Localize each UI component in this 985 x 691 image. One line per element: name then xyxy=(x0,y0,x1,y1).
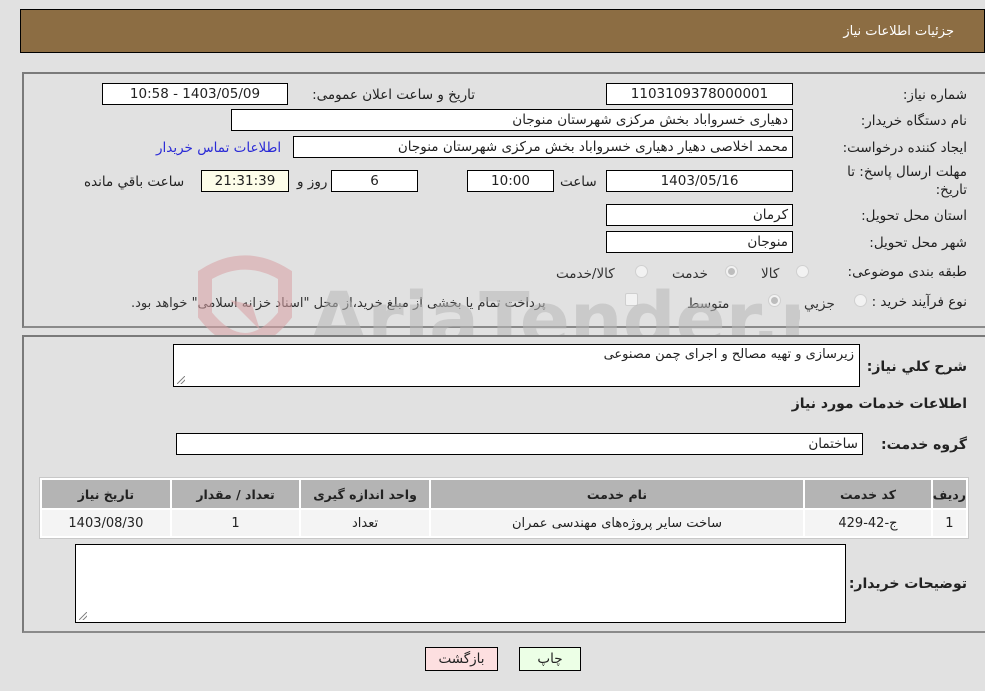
services-table: ردیف کد خدمت نام خدمت واحد اندازه گیری ت… xyxy=(39,477,969,539)
col-unit: واحد اندازه گیری xyxy=(301,480,429,508)
time-label: ساعت xyxy=(560,174,597,190)
remaining-label: ساعت باقي مانده xyxy=(84,174,185,190)
resize-grip-icon[interactable] xyxy=(177,376,185,384)
deadline-label-2: تاریخ: xyxy=(935,182,967,198)
creator-field: محمد اخلاصی دهیار دهیاری خسرواباد بخش مر… xyxy=(293,136,793,158)
description-textarea[interactable]: زیرسازی و تهیه مصالح و اجرای چمن مصنوعی xyxy=(173,344,860,387)
buyer-notes-textarea[interactable] xyxy=(75,544,846,623)
cell-quantity: 1 xyxy=(171,510,300,536)
announce-field: 1403/05/09 - 10:58 xyxy=(102,83,288,105)
description-label: شرح كلي نياز: xyxy=(866,359,967,375)
col-service-code: کد خدمت xyxy=(805,480,931,508)
deadline-time-field: 10:00 xyxy=(467,170,554,192)
page-title: جزئیات اطلاعات نیاز xyxy=(843,24,954,39)
province-field: کرمان xyxy=(606,204,793,226)
days-remaining-field: 6 xyxy=(331,170,418,192)
days-label: روز و xyxy=(297,174,328,190)
process-radio-minor[interactable] xyxy=(854,294,867,307)
col-need-date: تاریخ نیاز xyxy=(42,480,170,508)
col-service-name: نام خدمت xyxy=(430,480,804,508)
city-label: شهر محل تحویل: xyxy=(869,235,967,251)
cell-service-name: ساخت سایر پروژه‌های مهندسی عمران xyxy=(430,510,804,536)
buyer-org-label: نام دستگاه خریدار: xyxy=(860,113,967,129)
category-label: طبقه بندی موضوعی: xyxy=(847,264,967,280)
col-row: ردیف xyxy=(932,480,966,508)
need-number-field: 1103109378000001 xyxy=(606,83,793,105)
process-option-medium: متوسط xyxy=(687,296,730,312)
announce-label: تاریخ و ساعت اعلان عمومی: xyxy=(312,87,475,103)
treasury-checkbox-label: پرداخت تمام یا بخشی از مبلغ خرید،از محل … xyxy=(131,296,546,311)
category-option-goods-service: کالا/خدمت xyxy=(556,266,615,282)
services-table-wrapper: ردیف کد خدمت نام خدمت واحد اندازه گیری ت… xyxy=(39,477,969,539)
page-header: جزئیات اطلاعات نیاز xyxy=(20,9,985,53)
buyer-org-field: دهیاری خسرواباد بخش مرکزی شهرستان منوجان xyxy=(231,109,793,131)
category-option-service: خدمت xyxy=(672,266,708,282)
cell-row: 1 xyxy=(932,510,966,536)
resize-grip-icon[interactable] xyxy=(79,612,87,620)
category-radio-service[interactable] xyxy=(725,265,738,278)
table-row: 1 ج-42-429 ساخت سایر پروژه‌های مهندسی عم… xyxy=(42,510,966,536)
back-button[interactable]: بازگشت xyxy=(425,647,498,671)
process-option-minor: جزيي xyxy=(804,296,835,312)
category-radio-goods[interactable] xyxy=(796,265,809,278)
category-radio-goods-service[interactable] xyxy=(635,265,648,278)
cell-service-code: ج-42-429 xyxy=(805,510,931,536)
category-option-goods: کالا xyxy=(761,266,780,282)
buyer-notes-label: توضیحات خریدار: xyxy=(848,576,967,592)
cell-unit: تعداد xyxy=(301,510,429,536)
time-remaining-field: 21:31:39 xyxy=(201,170,289,192)
service-group-field: ساختمان xyxy=(176,433,863,455)
col-quantity: تعداد / مقدار xyxy=(171,480,300,508)
service-group-label: گروه خدمت: xyxy=(881,437,967,453)
print-button[interactable]: چاپ xyxy=(519,647,581,671)
creator-label: ایجاد کننده درخواست: xyxy=(842,140,967,156)
process-label: نوع فرآیند خرید : xyxy=(871,294,967,310)
city-field: منوجان xyxy=(606,231,793,253)
table-header-row: ردیف کد خدمت نام خدمت واحد اندازه گیری ت… xyxy=(42,480,966,508)
deadline-date-field: 1403/05/16 xyxy=(606,170,793,192)
deadline-label-1: مهلت ارسال پاسخ: تا xyxy=(847,164,967,180)
description-text: زیرسازی و تهیه مصالح و اجرای چمن مصنوعی xyxy=(603,347,854,362)
province-label: استان محل تحویل: xyxy=(861,208,967,224)
need-number-label: شماره نیاز: xyxy=(902,87,967,103)
process-radio-medium[interactable] xyxy=(768,294,781,307)
services-heading: اطلاعات خدمات مورد نیاز xyxy=(791,396,967,412)
cell-need-date: 1403/08/30 xyxy=(42,510,170,536)
buyer-contact-link[interactable]: اطلاعات تماس خریدار xyxy=(156,140,281,156)
treasury-checkbox[interactable] xyxy=(625,293,638,306)
